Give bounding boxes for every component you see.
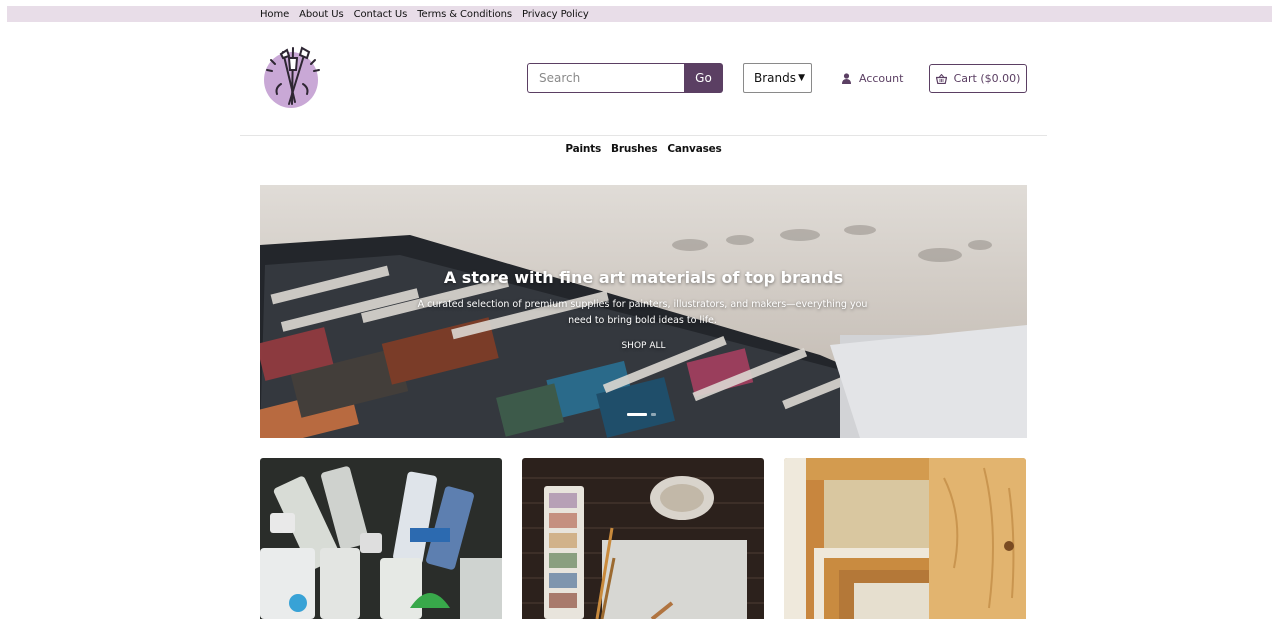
canvas-frames-image (784, 458, 1026, 619)
watercolor-palette-image (522, 458, 764, 619)
top-nav-contact-us[interactable]: Contact Us (354, 9, 408, 20)
carousel-indicator-1[interactable] (627, 413, 647, 416)
hero-title: A store with fine art materials of top b… (443, 268, 844, 287)
search-input[interactable] (527, 63, 684, 93)
top-nav-terms[interactable]: Terms & Conditions (417, 9, 512, 20)
user-icon (842, 72, 851, 84)
top-nav-about-us[interactable]: About Us (299, 9, 344, 20)
category-nav-canvases[interactable]: Canvases (667, 143, 721, 155)
art-tools-logo-icon (264, 46, 320, 108)
top-nav-privacy-policy[interactable]: Privacy Policy (522, 9, 589, 20)
basket-icon (935, 73, 947, 84)
category-tile-canvases[interactable] (784, 458, 1026, 619)
brands-select-value: Brands (754, 71, 796, 85)
account-label: Account (859, 71, 904, 85)
chevron-down-icon: ▼ (798, 73, 805, 83)
shop-all-link[interactable]: SHOP ALL (260, 341, 1027, 351)
hero-carousel[interactable]: A store with fine art materials of top b… (260, 185, 1027, 438)
category-tile-brushes[interactable] (522, 458, 764, 619)
cart-label: Cart ($0.00) (953, 72, 1021, 85)
search-form: Go (527, 63, 723, 93)
hero-subtitle: A curated selection of premium supplies … (417, 299, 868, 326)
carousel-indicators (627, 413, 656, 416)
category-nav: Paints Brushes Canvases (0, 143, 1279, 155)
top-bar: Home About Us Contact Us Terms & Conditi… (7, 6, 1272, 22)
search-go-button[interactable]: Go (684, 63, 723, 93)
cart-button[interactable]: Cart ($0.00) (929, 64, 1027, 93)
category-nav-paints[interactable]: Paints (565, 143, 601, 155)
brands-select[interactable]: Brands ▼ (743, 63, 812, 93)
store-logo[interactable] (261, 44, 325, 110)
top-nav-home[interactable]: Home (260, 9, 289, 20)
header-divider (240, 135, 1047, 136)
carousel-indicator-2[interactable] (651, 413, 656, 416)
category-tile-paints[interactable] (260, 458, 502, 619)
paint-tubes-image (260, 458, 502, 619)
top-nav: Home About Us Contact Us Terms & Conditi… (260, 6, 589, 22)
category-nav-brushes[interactable]: Brushes (611, 143, 658, 155)
account-link[interactable]: Account (842, 63, 903, 93)
